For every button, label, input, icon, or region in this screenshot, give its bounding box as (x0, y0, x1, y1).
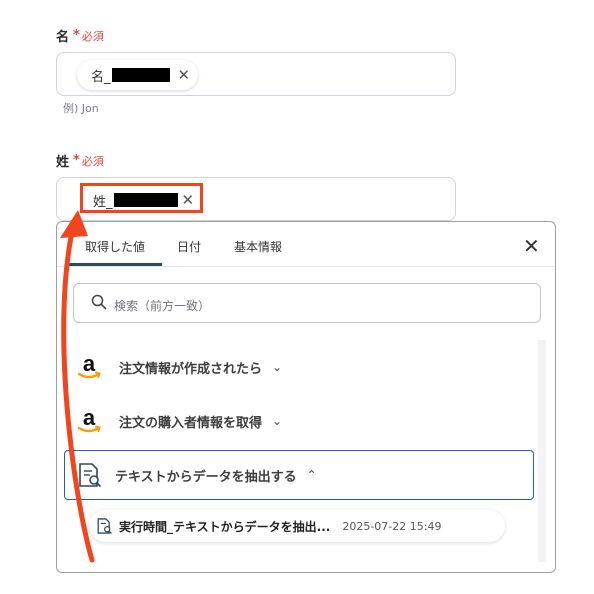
required-star: * (73, 28, 80, 43)
item-label: 注文の購入者情報を取得 (119, 415, 263, 431)
amazon-icon: a (77, 351, 101, 379)
last-name-label-text: 姓 (56, 155, 70, 170)
sub-item-execution-time[interactable]: 実行時間_テキストからデータを抽出... 2025-07-22 15:49 (89, 510, 505, 542)
required-star: * (73, 153, 80, 168)
tab-basic-info[interactable]: 基本情報 (234, 238, 282, 255)
chevron-up-icon: ⌃ (306, 468, 317, 482)
document-search-icon (79, 463, 101, 487)
chevron-down-icon: ⌄ (272, 414, 283, 428)
sub-item-label: 実行時間_テキストからデータを抽出... (119, 519, 331, 534)
search-input[interactable]: 検索（前方一致） (73, 283, 541, 323)
active-tab-indicator (69, 263, 162, 266)
first-name-hint: 例) Jon (63, 102, 99, 115)
first-name-label: 名 * 必須 (56, 26, 104, 45)
search-icon (91, 294, 107, 310)
list-item-order-created[interactable]: a 注文情報が作成されたら ⌄ (73, 342, 535, 392)
item-label: テキストからデータを抽出する (115, 469, 297, 485)
tab-date[interactable]: 日付 (177, 238, 201, 255)
document-search-icon (97, 518, 112, 534)
first-name-field[interactable]: 名_ ✕ (56, 52, 456, 96)
search-placeholder: 検索（前方一致） (114, 299, 211, 313)
chevron-down-icon: ⌄ (272, 360, 283, 374)
first-name-chip-text: 名_ (91, 69, 111, 85)
redacted-block (111, 68, 170, 82)
sub-item-time: 2025-07-22 15:49 (342, 519, 442, 533)
last-name-label: 姓 * 必須 (56, 151, 104, 170)
required-text: 必須 (81, 154, 104, 168)
svg-text:a: a (83, 405, 96, 430)
list-item-buyer-info[interactable]: a 注文の購入者情報を取得 ⌄ (73, 396, 535, 446)
scrollbar[interactable] (538, 340, 546, 562)
first-name-label-text: 名 (56, 30, 70, 45)
close-icon[interactable]: ✕ (523, 234, 540, 258)
amazon-icon: a (77, 405, 101, 433)
value-picker-panel: 取得した値 日付 基本情報 ✕ 検索（前方一致） a 注文情報が作成されたら ⌄… (56, 221, 556, 573)
required-text: 必須 (81, 29, 104, 43)
chip-remove-icon[interactable]: ✕ (178, 66, 191, 84)
item-label: 注文情報が作成されたら (119, 361, 263, 377)
svg-text:a: a (83, 351, 96, 376)
panel-tabs: 取得した値 日付 基本情報 ✕ (57, 222, 555, 267)
highlight-annotation-box (80, 183, 203, 213)
tab-acquired-values[interactable]: 取得した値 (85, 238, 145, 255)
list-item-extract-data[interactable]: テキストからデータを抽出する ⌃ (64, 450, 534, 500)
first-name-chip[interactable]: 名_ ✕ (77, 60, 199, 90)
